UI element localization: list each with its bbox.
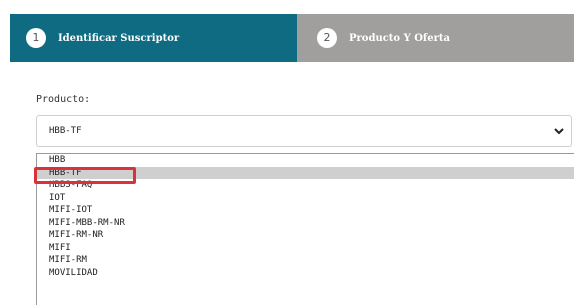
step-label: Identificar Suscriptor [58, 32, 180, 44]
step-number-badge: 1 [26, 28, 46, 48]
option-mifi-rm[interactable]: MIFI-RM [37, 254, 574, 267]
step-producto-y-oferta[interactable]: 2 Producto Y Oferta [297, 14, 574, 62]
step-identificar-suscriptor[interactable]: 1 Identificar Suscriptor [10, 14, 297, 62]
product-options-list[interactable]: HBB HBB-TF HBBS-FAQ IOT MIFI-IOT MIFI-MB… [36, 153, 574, 305]
option-mifi[interactable]: MIFI [37, 242, 574, 255]
option-iot[interactable]: IOT [37, 192, 574, 205]
step-label: Producto Y Oferta [349, 32, 450, 44]
option-mifi-iot[interactable]: MIFI-IOT [37, 204, 574, 217]
option-hbb-tf[interactable]: HBB-TF [37, 166, 574, 179]
option-movilidad[interactable]: MOVILIDAD [37, 267, 574, 280]
product-select-value: HBB-TF [49, 126, 82, 136]
step-number-badge: 2 [317, 28, 337, 48]
product-select[interactable]: HBB-TF [36, 115, 572, 147]
option-hbb[interactable]: HBB [37, 154, 574, 167]
stepper: 1 Identificar Suscriptor 2 Producto Y Of… [10, 14, 574, 62]
chevron-down-icon[interactable] [553, 125, 565, 137]
option-hbbs-faq[interactable]: HBBS-FAQ [37, 179, 574, 192]
option-mifi-rm-nr[interactable]: MIFI-RM-NR [37, 229, 574, 242]
option-mifi-mbb-rm-nr[interactable]: MIFI-MBB-RM-NR [37, 217, 574, 230]
product-field-label: Producto: [36, 94, 91, 105]
